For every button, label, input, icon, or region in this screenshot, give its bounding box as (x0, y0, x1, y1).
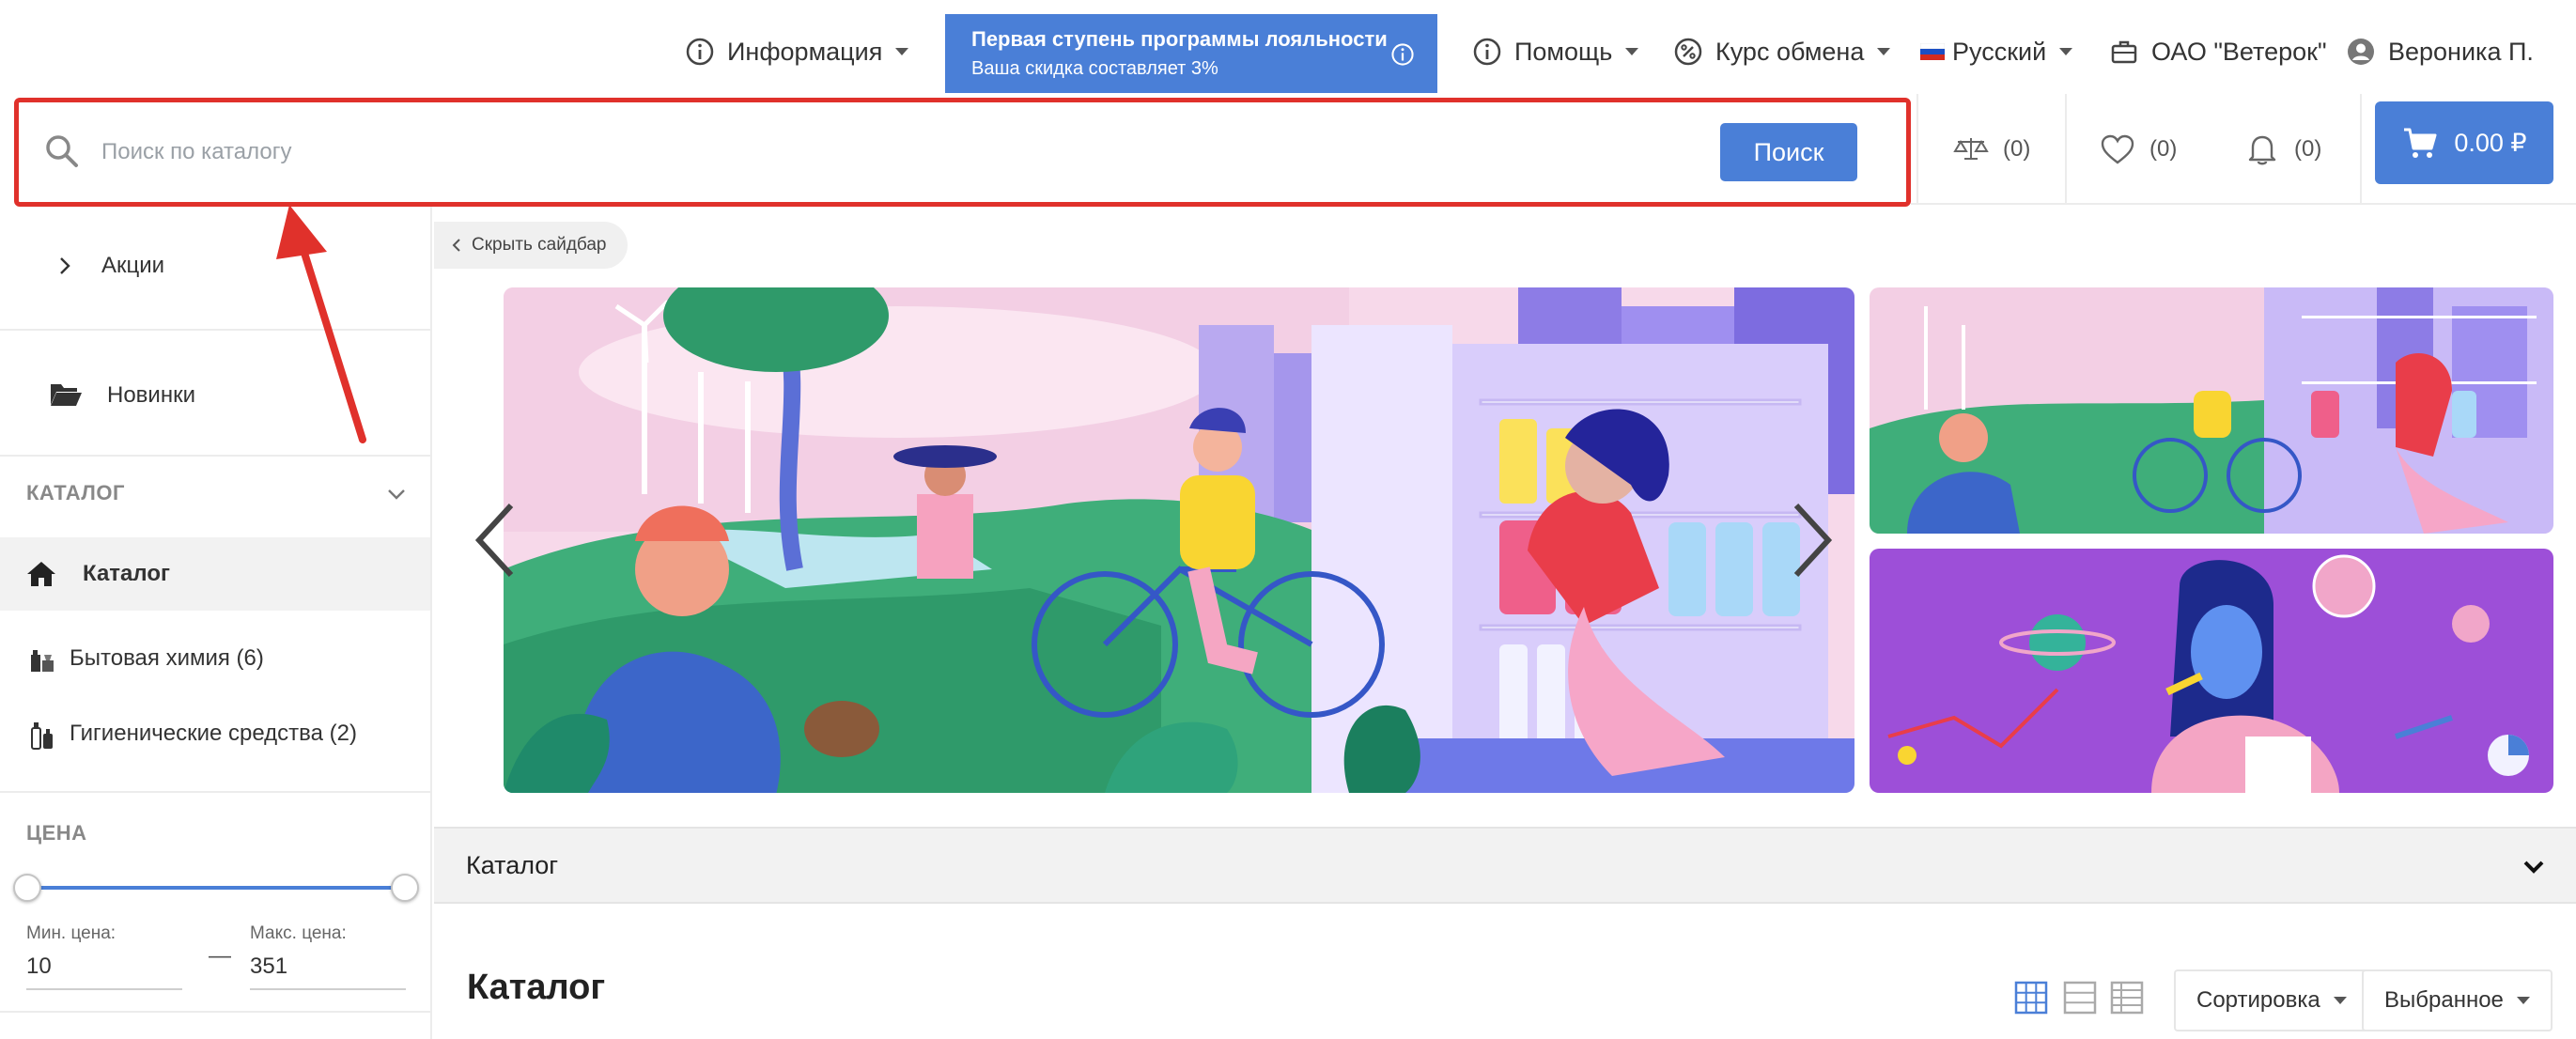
search-input[interactable] (101, 126, 1529, 178)
filter-dropdown[interactable]: Выбранное (2362, 969, 2553, 1031)
hygiene-products-icon (28, 719, 58, 750)
min-price-label: Мин. цена: (26, 923, 116, 943)
catalog-collapse-bar[interactable]: Каталог (434, 827, 2576, 904)
caret-down-icon (2333, 997, 2347, 1004)
sort-dropdown-label: Сортировка (2196, 987, 2320, 1013)
bell-icon (2243, 131, 2281, 168)
divider (2360, 94, 2362, 205)
divider (0, 1011, 430, 1013)
sidebar-item-label: Акции (101, 253, 165, 278)
loyalty-title: Первая ступень программы лояльности (971, 27, 1388, 51)
chevron-down-icon (2520, 853, 2548, 881)
notifications-button[interactable]: (0) (2243, 98, 2321, 201)
help-menu[interactable]: Помощь (1471, 28, 1639, 75)
language-label: Русский (1952, 37, 2047, 66)
chevron-right-icon (56, 256, 77, 276)
caret-down-icon (2059, 48, 2073, 55)
search-button[interactable]: Поиск (1720, 123, 1857, 181)
filter-dropdown-label: Выбранное (2384, 987, 2504, 1013)
top-bar: Информация Первая ступень программы лоял… (0, 0, 2576, 94)
chevron-left-icon (449, 238, 464, 253)
carousel-prev-arrow-icon[interactable] (466, 498, 522, 582)
sidebar-item-label: Новинки (107, 382, 195, 408)
divider (1911, 203, 2576, 205)
max-price-label: Макс. цена: (250, 923, 347, 943)
caret-down-icon (2516, 997, 2530, 1004)
household-chemicals-icon (28, 644, 58, 674)
scales-icon (1952, 131, 1990, 168)
search-icon (43, 132, 81, 170)
language-menu[interactable]: Русский (1920, 28, 2073, 75)
caret-down-icon (1877, 48, 1891, 55)
info-menu-label: Информация (727, 37, 883, 66)
heart-icon (2099, 131, 2136, 168)
divider (1916, 94, 1918, 205)
category-label: Гигиенические средства (2) (70, 721, 357, 746)
price-slider-track[interactable] (26, 886, 406, 890)
price-range-dash: — (209, 943, 231, 969)
carousel-next-arrow-icon[interactable] (1785, 498, 1841, 582)
caret-down-icon (1625, 48, 1639, 55)
hide-sidebar-button[interactable]: Скрыть сайдбар (434, 222, 628, 269)
divider (2065, 94, 2067, 205)
exchange-rate-label: Курс обмена (1715, 37, 1865, 66)
price-heading: ЦЕНА (26, 821, 87, 845)
company-name: ОАО "Ветерок" (2151, 37, 2327, 66)
category-label: Бытовая химия (6) (70, 645, 264, 671)
search-highlight-box: Поиск (14, 98, 1911, 207)
folder-open-icon (49, 380, 85, 411)
briefcase-icon (2108, 36, 2140, 68)
chevron-down-icon[interactable] (385, 485, 408, 504)
loyalty-banner[interactable]: Первая ступень программы лояльности Ваша… (945, 14, 1437, 93)
company-selector[interactable]: ОАО "Ветерок" (2108, 28, 2327, 75)
price-slider-min-handle[interactable] (13, 874, 41, 902)
russia-flag-icon (1920, 36, 1945, 68)
loyalty-subtitle: Ваша скидка составляет 3% (971, 58, 1218, 79)
favorites-count: (0) (2149, 136, 2178, 162)
main-banner-image[interactable] (504, 287, 1854, 793)
price-slider-max-handle[interactable] (391, 874, 419, 902)
compare-button[interactable]: (0) (1952, 98, 2030, 201)
sidebar-item-label: Каталог (83, 561, 170, 586)
divider (0, 791, 430, 793)
list-view-icon[interactable] (2063, 981, 2097, 1015)
info-icon (684, 36, 716, 68)
catalog-bar-label: Каталог (466, 850, 559, 879)
caret-down-icon (895, 48, 909, 55)
max-price-input[interactable] (250, 945, 406, 990)
user-avatar-icon (2345, 36, 2377, 68)
cart-icon (2401, 124, 2439, 162)
info-icon (1471, 36, 1503, 68)
divider (0, 455, 430, 457)
compare-count: (0) (2003, 136, 2031, 162)
info-icon[interactable] (1390, 42, 1415, 67)
annotation-arrow-icon (276, 205, 366, 443)
exchange-rate-menu[interactable]: Курс обмена (1672, 28, 1891, 75)
sidebar-item-catalog[interactable]: Каталог (0, 537, 430, 611)
page-title: Каталог (467, 968, 606, 1007)
side-banner-image[interactable] (1870, 287, 2553, 534)
table-view-icon[interactable] (2110, 981, 2144, 1015)
hide-sidebar-label: Скрыть сайдбар (472, 235, 607, 255)
notifications-count: (0) (2294, 136, 2322, 162)
user-menu[interactable]: Вероника П. (2345, 28, 2534, 75)
category-item[interactable]: Гигиенические средства (2) (0, 710, 430, 757)
home-icon (26, 560, 56, 588)
info-menu[interactable]: Информация (684, 28, 909, 75)
grid-view-icon[interactable] (2014, 981, 2048, 1015)
cart-button[interactable]: 0.00 ₽ (2375, 101, 2553, 184)
sort-dropdown[interactable]: Сортировка (2174, 969, 2369, 1031)
cart-total: 0.00 ₽ (2454, 128, 2527, 157)
category-item[interactable]: Бытовая химия (6) (0, 635, 430, 682)
help-menu-label: Помощь (1514, 37, 1613, 66)
user-name: Вероника П. (2388, 37, 2534, 66)
min-price-input[interactable] (26, 945, 182, 990)
side-banner-image[interactable] (1870, 549, 2553, 793)
favorites-button[interactable]: (0) (2099, 98, 2177, 201)
catalog-heading: КАТАЛОГ (26, 481, 125, 504)
percent-icon (1672, 36, 1704, 68)
